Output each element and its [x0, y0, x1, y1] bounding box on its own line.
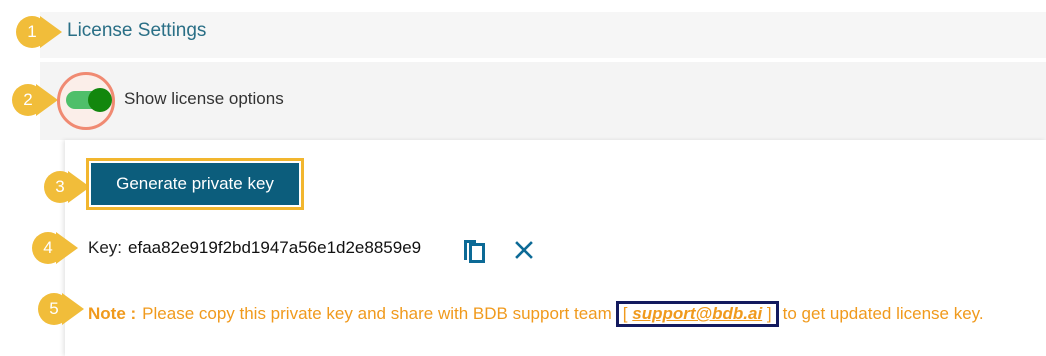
- toggle-knob[interactable]: [88, 88, 112, 112]
- toggle-label: Show license options: [124, 89, 284, 108]
- key-row: Key: efaa82e919f2bd1947a56e1d2e8859e9: [88, 236, 421, 260]
- bracket-close: ]: [766, 304, 772, 323]
- note-row: Note : Please copy this private key and …: [88, 301, 984, 327]
- generate-key-highlight: Generate private key: [86, 158, 304, 210]
- email-highlight-box: [ support@bdb.ai ]: [615, 301, 779, 327]
- section-title: License Settings: [67, 20, 207, 41]
- close-icon[interactable]: [512, 238, 536, 262]
- key-value: efaa82e919f2bd1947a56e1d2e8859e9: [128, 238, 422, 257]
- key-label: Key:: [88, 238, 123, 257]
- support-email-link[interactable]: support@bdb.ai: [632, 304, 762, 323]
- bracket-open: [: [622, 304, 628, 323]
- note-label: Note :: [88, 304, 137, 323]
- callout-marker-4: 4: [32, 232, 78, 264]
- note-text-after: to get updated license key.: [782, 304, 984, 323]
- callout-marker-1: 1: [16, 16, 62, 48]
- generate-private-key-button[interactable]: Generate private key: [91, 163, 299, 205]
- copy-icon[interactable]: [460, 236, 488, 264]
- callout-marker-5: 5: [38, 293, 84, 325]
- note-text-before: Please copy this private key and share w…: [142, 304, 612, 323]
- callout-marker-2: 2: [12, 84, 58, 116]
- callout-marker-3: 3: [44, 171, 90, 203]
